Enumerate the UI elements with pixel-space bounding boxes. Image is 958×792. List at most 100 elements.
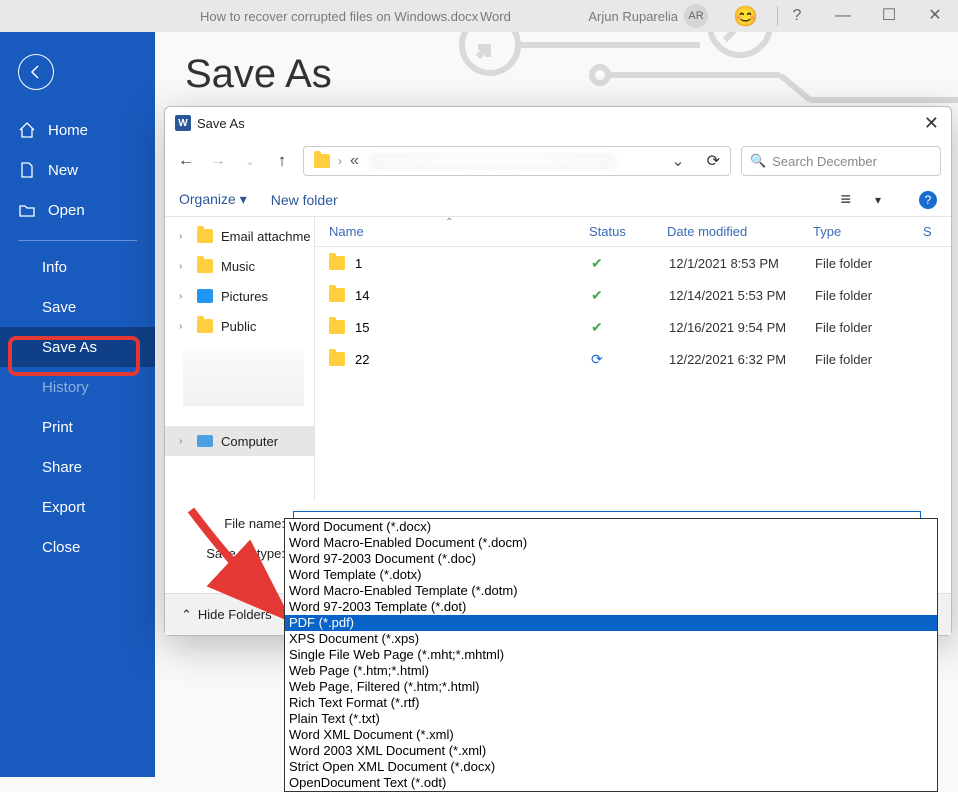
dialog-navbar: ← → ⌄ ↑ › « ⌄ ⟳ 🔍 Search December — [165, 139, 951, 183]
filetype-option[interactable]: Word Macro-Enabled Document (*.docm) — [285, 535, 937, 551]
search-input[interactable]: 🔍 Search December — [741, 146, 941, 176]
nav-save-as[interactable]: Save As — [0, 327, 155, 367]
filetype-option[interactable]: Word Template (*.dotx) — [285, 567, 937, 583]
view-button[interactable]: ≡ — [840, 189, 851, 210]
column-headers[interactable]: Name ⌃ Status Date modified Type S — [315, 217, 951, 247]
nav-up-button[interactable]: ↑ — [271, 151, 293, 171]
row-date: 12/16/2021 9:54 PM — [669, 320, 815, 335]
table-row[interactable]: 1✔12/1/2021 8:53 PMFile folder — [315, 247, 951, 279]
filetype-option[interactable]: Plain Text (*.txt) — [285, 711, 937, 727]
row-name: 22 — [355, 352, 591, 367]
chevron-down-icon[interactable]: ⌄ — [671, 151, 684, 171]
path-prefix: « — [350, 152, 359, 170]
col-status[interactable]: Status — [575, 224, 653, 239]
filetype-option[interactable]: Web Page, Filtered (*.htm;*.html) — [285, 679, 937, 695]
nav-history-dropdown[interactable]: ⌄ — [239, 155, 261, 168]
filename-label: File name: — [175, 516, 285, 531]
folder-tree: ›Email attachme ›Music ›Pictures ›Public… — [165, 217, 315, 501]
row-type: File folder — [815, 320, 872, 335]
nav-export[interactable]: Export — [0, 487, 155, 527]
search-placeholder: Search December — [772, 154, 877, 169]
filetype-option[interactable]: Word 97-2003 Template (*.dot) — [285, 599, 937, 615]
nav-close[interactable]: Close — [0, 527, 155, 567]
folder-icon — [329, 256, 345, 270]
chevron-up-icon: ⌃ — [181, 607, 192, 623]
nav-home[interactable]: Home — [0, 110, 155, 150]
nav-info[interactable]: Info — [0, 247, 155, 287]
nav-print[interactable]: Print — [0, 407, 155, 447]
page-title: Save As — [185, 52, 958, 97]
address-bar[interactable]: › « ⌄ ⟳ — [303, 146, 731, 176]
col-type[interactable]: Type — [799, 224, 909, 239]
authors-label: Authors: — [221, 571, 266, 585]
avatar[interactable]: AR — [684, 4, 708, 28]
document-new-icon — [18, 161, 36, 179]
row-type: File folder — [815, 352, 872, 367]
home-icon — [18, 121, 36, 139]
dialog-close-button[interactable]: ✕ — [924, 113, 939, 134]
filetype-label: Save as type: — [175, 546, 285, 561]
filetype-option[interactable]: Single File Web Page (*.mht;*.mhtml) — [285, 647, 937, 663]
window-close-button[interactable]: ✕ — [912, 0, 958, 32]
organize-button[interactable]: Organize ▾ — [179, 191, 247, 208]
nav-new[interactable]: New — [0, 150, 155, 190]
filetype-option[interactable]: PDF (*.pdf) — [285, 615, 937, 631]
tree-redacted — [183, 351, 304, 406]
view-dropdown[interactable]: ▾ — [875, 193, 881, 207]
app-name: Word — [480, 9, 511, 24]
filetype-option[interactable]: Rich Text Format (*.rtf) — [285, 695, 937, 711]
filetype-option[interactable]: Word Macro-Enabled Template (*.dotm) — [285, 583, 937, 599]
share-icon[interactable]: 😊 — [733, 4, 758, 29]
folder-icon — [197, 259, 213, 273]
divider — [18, 240, 137, 241]
filetype-option[interactable]: XPS Document (*.xps) — [285, 631, 937, 647]
filetype-option[interactable]: Word 2003 XML Document (*.xml) — [285, 743, 937, 759]
sync-icon: ⟳ — [591, 351, 669, 368]
nav-open[interactable]: Open — [0, 190, 155, 230]
nav-history: History — [0, 367, 155, 407]
tree-node[interactable]: ›Public — [165, 311, 314, 341]
minimize-button[interactable]: — — [820, 0, 866, 32]
tree-node[interactable]: ›Music — [165, 251, 314, 281]
nav-label: Open — [48, 202, 85, 219]
table-row[interactable]: 14✔12/14/2021 5:53 PMFile folder — [315, 279, 951, 311]
nav-back-button[interactable]: ← — [175, 152, 197, 170]
table-row[interactable]: 15✔12/16/2021 9:54 PMFile folder — [315, 311, 951, 343]
col-size[interactable]: S — [909, 224, 929, 239]
filetype-option[interactable]: Strict Open XML Document (*.docx) — [285, 759, 937, 775]
row-date: 12/1/2021 8:53 PM — [669, 256, 815, 271]
dialog-help-button[interactable]: ? — [919, 191, 937, 209]
chevron-icon: › — [338, 154, 342, 168]
row-date: 12/22/2021 6:32 PM — [669, 352, 815, 367]
filetype-option[interactable]: Web Page (*.htm;*.html) — [285, 663, 937, 679]
nav-share[interactable]: Share — [0, 447, 155, 487]
nav-label: New — [48, 162, 78, 179]
help-button[interactable]: ? — [774, 0, 820, 32]
tree-node-computer[interactable]: ›Computer — [165, 426, 314, 456]
filetype-option[interactable]: OpenDocument Text (*.odt) — [285, 775, 937, 791]
new-folder-button[interactable]: New folder — [271, 192, 338, 208]
sort-indicator-icon: ⌃ — [445, 217, 453, 228]
folder-icon — [329, 352, 345, 366]
folder-icon — [197, 229, 213, 243]
refresh-button[interactable]: ⟳ — [707, 151, 720, 171]
tree-node[interactable]: ›Email attachme — [165, 221, 314, 251]
row-name: 14 — [355, 288, 591, 303]
dialog-titlebar: W Save As ✕ — [165, 107, 951, 139]
row-name: 15 — [355, 320, 591, 335]
checkmark-icon: ✔ — [591, 255, 669, 272]
filetype-option[interactable]: Word 97-2003 Document (*.doc) — [285, 551, 937, 567]
row-type: File folder — [815, 288, 872, 303]
filetype-option[interactable]: Word XML Document (*.xml) — [285, 727, 937, 743]
table-row[interactable]: 22⟳12/22/2021 6:32 PMFile folder — [315, 343, 951, 375]
nav-save[interactable]: Save — [0, 287, 155, 327]
filetype-dropdown[interactable]: Word Document (*.docx)Word Macro-Enabled… — [284, 518, 938, 792]
dialog-title: Save As — [197, 116, 245, 131]
tree-node[interactable]: ›Pictures — [165, 281, 314, 311]
row-type: File folder — [815, 256, 872, 271]
col-date[interactable]: Date modified — [653, 224, 799, 239]
hide-folders-button[interactable]: ⌃ Hide Folders — [181, 607, 272, 623]
word-icon: W — [175, 115, 191, 131]
filetype-option[interactable]: Word Document (*.docx) — [285, 519, 937, 535]
maximize-button[interactable]: ☐ — [866, 0, 912, 32]
